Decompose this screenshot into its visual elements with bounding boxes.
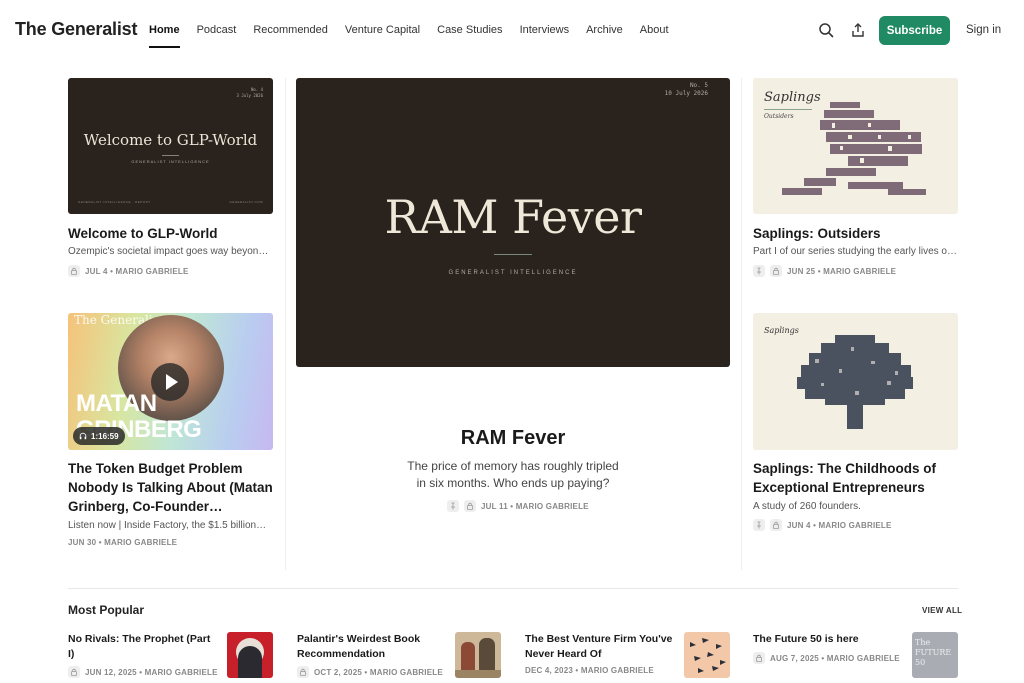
cover-tagline: GENERALIST INTELLIGENCE (448, 270, 578, 276)
popular-item-title[interactable]: The Future 50 is here (753, 632, 903, 647)
post-meta: JUN 4 • MARIO GABRIELE (753, 519, 892, 531)
post-thumbnail-glp[interactable]: No. 4 3 July 2026 Welcome to GLP-World G… (68, 78, 273, 214)
view-all-link[interactable]: VIEW ALL (922, 606, 962, 615)
nav-archive[interactable]: Archive (586, 24, 623, 48)
cover-heading: Welcome to GLP-World (83, 131, 258, 149)
post-title[interactable]: Welcome to GLP-World (68, 224, 273, 243)
most-popular-heading: Most Popular (68, 603, 145, 617)
post-date-author: JUN 4 • MARIO GABRIELE (787, 520, 892, 530)
nav-about[interactable]: About (640, 24, 669, 48)
founder-tree-illustration (782, 102, 926, 195)
section-divider (68, 588, 958, 589)
post-date-author: AUG 7, 2025 • MARIO GABRIELE (770, 653, 900, 663)
post-date-author: OCT 2, 2025 • MARIO GABRIELE (314, 667, 443, 677)
post-title[interactable]: The Token Budget Problem Nobody Is Talki… (68, 459, 278, 516)
pin-icon (447, 500, 459, 512)
play-icon (166, 374, 178, 390)
cover-rule (162, 155, 179, 156)
post-meta: DEC 4, 2023 • MARIO GABRIELE (525, 666, 654, 675)
post-date-author: JUL 4 • MARIO GABRIELE (85, 266, 189, 276)
nav-interviews[interactable]: Interviews (520, 24, 570, 48)
post-title[interactable]: Saplings: The Childhoods of Exceptional … (753, 459, 963, 497)
cover-footer-right: GENERALIST.COM (229, 200, 263, 204)
popular-item-title[interactable]: Palantir's Weirdest Book Recommendation (297, 632, 447, 662)
cover-heading: RAM Fever (384, 190, 642, 244)
duration-badge: 1:16:59 (73, 427, 125, 445)
post-date-author: JUN 25 • MARIO GABRIELE (787, 266, 897, 276)
popular-item-thumbnail[interactable] (684, 632, 730, 678)
nav-venture-capital[interactable]: Venture Capital (345, 24, 420, 48)
headphones-icon (79, 432, 87, 440)
post-meta: JUN 12, 2025 • MARIO GABRIELE (68, 666, 218, 678)
thumbnail-overlay-text: The FUTURE 50 (915, 638, 952, 667)
pin-icon (753, 265, 765, 277)
nav-home[interactable]: Home (149, 24, 180, 48)
cover-rule (494, 254, 532, 255)
podcast-thumbnail[interactable]: The Generalist MATAN GRINBERG 1:16:59 (68, 313, 273, 450)
post-date-author: JUN 12, 2025 • MARIO GABRIELE (85, 667, 218, 677)
cover-footer-left: GENERALIST INTELLIGENCE · REPORT (78, 200, 151, 204)
post-meta: JUL 11 • MARIO GABRIELE (447, 500, 589, 512)
paywall-lock-icon (68, 265, 80, 277)
paywall-lock-icon (770, 519, 782, 531)
paywall-lock-icon (770, 265, 782, 277)
main-nav: Home Podcast Recommended Venture Capital… (149, 24, 686, 48)
featured-thumbnail[interactable]: No. 5 10 July 2026 RAM Fever GENERALIST … (296, 78, 730, 367)
nav-case-studies[interactable]: Case Studies (437, 24, 502, 48)
issue-number: No. 5 (689, 82, 708, 89)
post-meta: JUN 30 • MARIO GABRIELE (68, 538, 177, 547)
popular-item-title[interactable]: The Best Venture Firm You've Never Heard… (525, 632, 675, 662)
post-date-author: DEC 4, 2023 • MARIO GABRIELE (525, 666, 654, 675)
popular-item-thumbnail[interactable] (227, 632, 273, 678)
featured-subtitle: The price of memory has roughly tripled … (296, 458, 730, 492)
post-thumbnail-saplings-outsiders[interactable]: Saplings Outsiders (753, 78, 958, 214)
post-thumbnail-saplings-childhoods[interactable]: Saplings (753, 313, 958, 450)
sign-in-link[interactable]: Sign in (966, 24, 1001, 36)
duration-text: 1:16:59 (91, 431, 119, 441)
paywall-lock-icon (68, 666, 80, 678)
nav-podcast[interactable]: Podcast (197, 24, 237, 48)
paywall-lock-icon (753, 652, 765, 664)
pin-icon (753, 519, 765, 531)
popular-item-title[interactable]: No Rivals: The Prophet (Part I) (68, 632, 218, 662)
column-divider (285, 78, 286, 570)
post-meta: JUL 4 • MARIO GABRIELE (68, 265, 189, 277)
column-divider (741, 78, 742, 570)
share-icon[interactable] (850, 22, 866, 38)
cover-tagline: GENERALIST INTELLIGENCE (131, 159, 210, 164)
paywall-lock-icon (464, 500, 476, 512)
subscribe-button[interactable]: Subscribe (879, 16, 950, 45)
post-meta: JUN 25 • MARIO GABRIELE (753, 265, 896, 277)
featured-title[interactable]: RAM Fever (296, 427, 730, 450)
popular-item-thumbnail[interactable] (455, 632, 501, 678)
post-title[interactable]: Saplings: Outsiders (753, 224, 958, 243)
issue-date: 3 July 2026 (236, 93, 264, 98)
search-icon[interactable] (818, 22, 834, 38)
nav-recommended[interactable]: Recommended (253, 24, 328, 48)
post-date-author: JUL 11 • MARIO GABRIELE (481, 501, 589, 511)
featured-subtitle-line: The price of memory has roughly tripled (407, 459, 619, 473)
featured-subtitle-line: in six months. Who ends up paying? (416, 476, 610, 490)
popular-item-thumbnail[interactable]: The FUTURE 50 (912, 632, 958, 678)
post-subtitle: Part I of our series studying the early … (753, 246, 958, 257)
post-meta: OCT 2, 2025 • MARIO GABRIELE (297, 666, 443, 678)
issue-date: 10 July 2026 (664, 90, 708, 97)
paywall-lock-icon (297, 666, 309, 678)
post-subtitle: Ozempic's societal impact goes way beyon… (68, 246, 273, 257)
post-meta: AUG 7, 2025 • MARIO GABRIELE (753, 652, 900, 664)
play-button[interactable] (151, 363, 189, 401)
site-header: The Generalist Home Podcast Recommended … (0, 0, 1024, 60)
founder-tree-illustration (797, 335, 913, 429)
site-brand[interactable]: The Generalist (15, 19, 137, 40)
post-subtitle: A study of 260 founders. (753, 501, 861, 512)
post-subtitle: Listen now | Inside Factory, the $1.5 bi… (68, 520, 267, 531)
post-date-author: JUN 30 • MARIO GABRIELE (68, 538, 178, 547)
